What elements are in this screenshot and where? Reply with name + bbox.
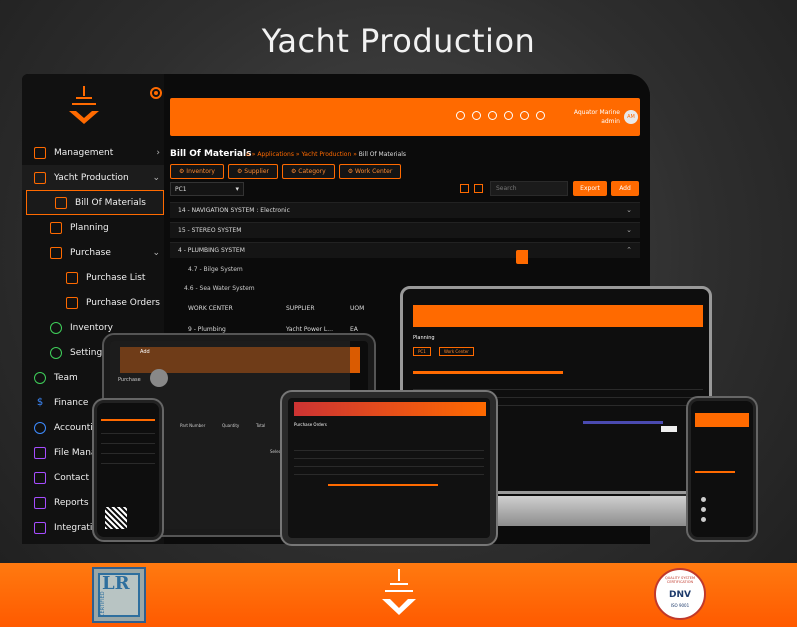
sidebar-item-label: Reports [54,497,89,508]
view-toggle [460,184,483,193]
export-button[interactable]: Export [573,181,607,196]
sidebar-item-label: Settings [70,347,107,358]
sidebar-item-label: Team [54,372,78,383]
wrench-icon [34,171,46,184]
list-icon [66,271,78,284]
group-row[interactable]: 15 - STEREO SYSTEM ⌄ [170,222,640,238]
calendar-icon [50,221,62,234]
qr-code [105,507,127,529]
sidebar-item-purchase[interactable]: Purchase ⌄ [22,240,164,265]
chevron-down-icon: ⌄ [152,172,160,183]
chevron-down-icon: ⌄ [152,247,160,258]
sidebar-item-label: Planning [70,222,109,233]
toolbar-icons [456,111,545,120]
laptop-select[interactable]: PC1 [413,347,431,356]
add-dialog-title: Add [140,349,150,355]
breadcrumb-item[interactable]: Yacht Production [301,151,351,158]
yacht-logo-icon [382,569,416,615]
phone-right-screen [688,398,756,540]
sidebar-item-label: Purchase [70,247,111,258]
collapse-sidebar-button[interactable] [150,87,162,99]
column-header: UOM [350,305,365,312]
avatar [150,369,168,387]
filter-chips: ⚙ Inventory ⚙ Supplier ⚙ Category ⚙ Work… [170,164,402,179]
chip-category[interactable]: ⚙ Category [282,164,335,179]
breadcrumb-item[interactable]: Applications [257,151,294,158]
avatar[interactable]: AM [624,110,638,124]
help-icon[interactable] [488,111,497,120]
gear-icon [50,346,62,359]
chevron-down-icon: ⌄ [626,206,632,214]
link-icon [34,521,46,534]
top-bar: Aquator Marine admin AM [170,98,640,136]
chart-icon [34,421,46,434]
column-header: WORK CENTER [188,305,233,312]
user-info[interactable]: Aquator Marine admin [574,108,620,126]
chip-supplier[interactable]: ⚙ Supplier [227,164,278,179]
chevron-right-icon: › [156,147,160,158]
sparkle-icon[interactable] [456,111,465,120]
split-view-icon[interactable] [474,184,483,193]
grid-view-icon[interactable] [460,184,469,193]
sidebar-item-bill-of-materials[interactable]: Bill Of Materials [26,190,164,215]
sidebar-item-label: Purchase Orders [86,297,160,308]
sidebar-item-purchase-list[interactable]: Purchase List [22,265,164,290]
team-icon [34,371,46,384]
sidebar-item-purchase-orders[interactable]: Purchase Orders [22,290,164,315]
page-title: Bill Of Materials [170,149,252,159]
menu-icon[interactable] [504,111,513,120]
search-icon[interactable] [472,111,481,120]
lr-certified-badge: LR CERTIFIED [92,567,146,623]
box-icon [50,321,62,334]
briefcase-icon [34,146,46,159]
settings-fab[interactable] [516,250,528,264]
group-row[interactable]: 14 - NAVIGATION SYSTEM : Electronic ⌄ [170,202,640,218]
tablet-page-title: Purchase Orders [294,422,327,427]
tablet-center-screen: Purchase Orders [282,392,496,544]
group-row[interactable]: 4 - PLUMBING SYSTEM ⌃ [170,242,640,258]
chip-inventory[interactable]: ⚙ Inventory [170,164,224,179]
document-icon [55,196,67,209]
dnv-certification-seal: QUALITY SYSTEM CERTIFICATION DNV ISO 900… [654,568,706,620]
cart-icon [50,246,62,259]
bell-icon[interactable] [536,111,545,120]
user-plus-icon [34,471,46,484]
tab-purchase[interactable]: Purchase [118,377,141,383]
receipt-icon [66,296,78,309]
chevron-down-icon: ⌄ [626,226,632,234]
column-header: SUPPLIER [286,305,315,312]
breadcrumb: ⌂ » Applications » Yacht Production » Bi… [246,151,407,158]
yacht-logo-icon [69,86,99,124]
sidebar-item-label: Inventory [70,322,113,333]
laptop-page-title: Planning [413,335,435,341]
report-icon [34,496,46,509]
sidebar-item-label: Yacht Production [54,172,129,183]
user-role: admin [601,118,620,125]
hero-title: Yacht Production [261,22,536,60]
phone-left-screen [94,400,162,540]
chip-work-center[interactable]: ⚙ Work Center [338,164,402,179]
project-select[interactable]: PC1 [170,182,244,196]
subgroup-row[interactable]: 4.7 - Bilge System [170,266,640,273]
lr-logo-text: LR [102,573,130,594]
sidebar-item-management[interactable]: Management › [22,140,164,165]
breadcrumb-current: Bill Of Materials [358,151,407,158]
company-name: Aquator Marine [573,109,620,116]
laptop-chip[interactable]: Work Center [439,347,474,356]
sidebar-item-label: Finance [54,397,89,408]
dollar-icon: $ [36,396,44,408]
home-icon[interactable]: ⌂ [246,151,250,158]
search-input[interactable]: Search [490,181,568,196]
footer-band: LR CERTIFIED QUALITY SYSTEM CERTIFICATIO… [0,563,797,627]
moon-icon[interactable] [520,111,529,120]
add-button[interactable]: Add [611,181,639,196]
sidebar-item-planning[interactable]: Planning [22,215,164,240]
sidebar-item-label: Bill Of Materials [75,197,146,208]
sidebar-item-yacht-production[interactable]: Yacht Production ⌄ [22,165,164,190]
folder-icon [34,446,46,459]
sidebar-item-label: Management [54,147,114,158]
chevron-up-icon: ⌃ [626,246,632,254]
sidebar-item-label: Purchase List [86,272,146,283]
